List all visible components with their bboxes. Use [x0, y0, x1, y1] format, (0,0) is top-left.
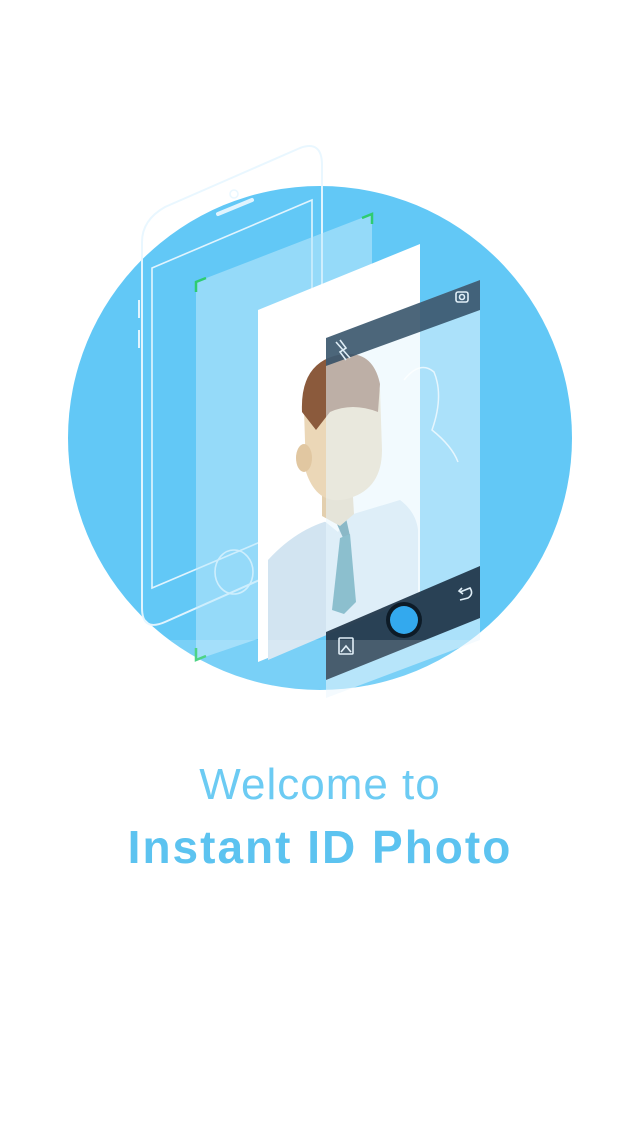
app-name-title: Instant ID Photo	[127, 821, 513, 873]
shutter-button-icon[interactable]	[386, 602, 422, 638]
reflection-fade	[140, 640, 500, 700]
onboarding-illustration	[68, 145, 572, 700]
welcome-text: Welcome to	[199, 760, 441, 809]
